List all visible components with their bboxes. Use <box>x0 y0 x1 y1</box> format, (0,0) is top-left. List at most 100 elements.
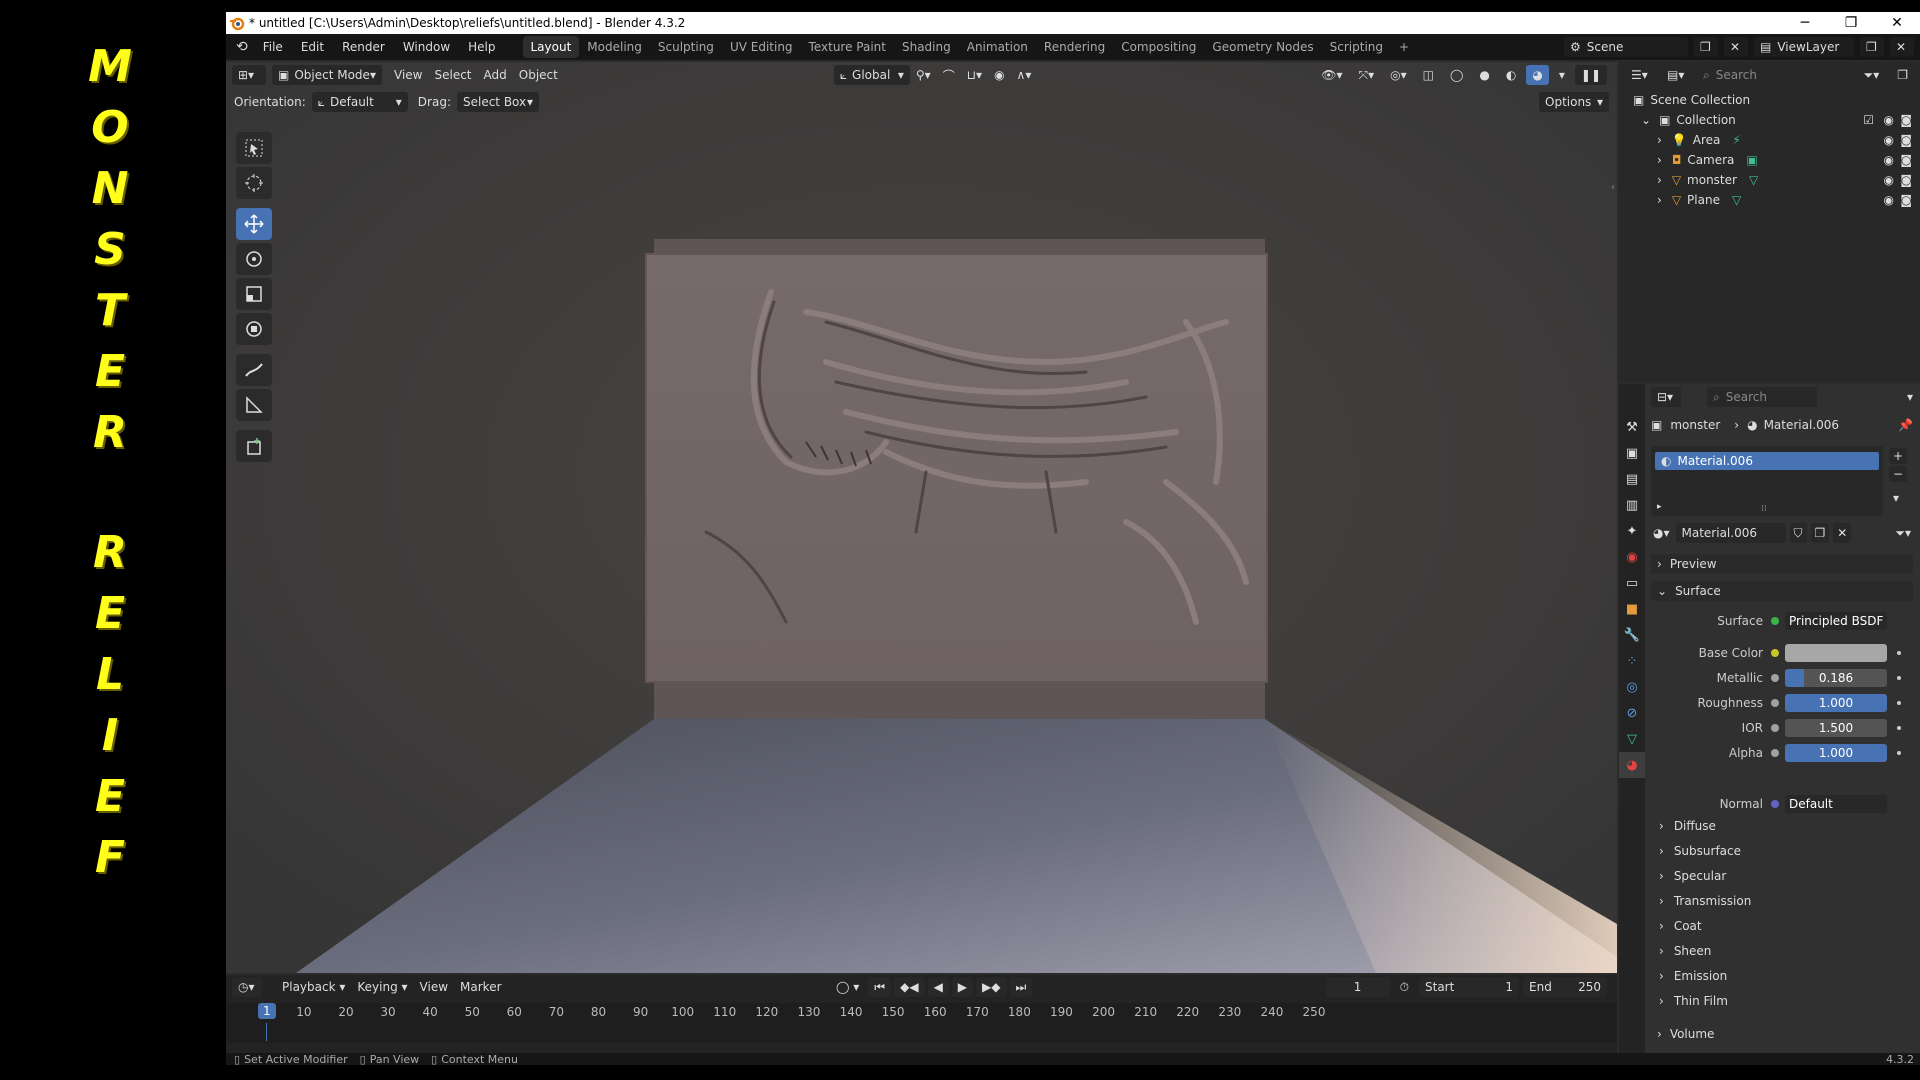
measure-tool[interactable] <box>236 389 272 421</box>
keyframe-dot-icon[interactable] <box>1897 651 1901 655</box>
jump-end-button[interactable]: ⏭ <box>1009 977 1033 997</box>
annotate-tool[interactable] <box>236 354 272 386</box>
timeline-view-menu[interactable]: View <box>414 977 454 997</box>
tab-output[interactable]: ▤ <box>1619 466 1645 492</box>
viewport-menu-object[interactable]: Object <box>513 65 564 85</box>
fake-user-button[interactable]: ⛉ <box>1789 523 1807 543</box>
material-shading-button[interactable]: ◐ <box>1500 65 1522 85</box>
eye-icon[interactable]: ◉ <box>1884 153 1894 167</box>
camera-render-icon[interactable]: ◙ <box>1900 193 1912 207</box>
remove-slot-button[interactable]: − <box>1889 466 1907 482</box>
preview-panel-header[interactable]: › Preview <box>1651 554 1913 574</box>
eye-icon[interactable]: ◉ <box>1884 193 1894 207</box>
unlink-material-button[interactable]: ✕ <box>1833 523 1852 543</box>
tab-constraints[interactable]: ⊘ <box>1619 700 1645 726</box>
input-socket-icon[interactable] <box>1771 699 1779 707</box>
property-value-field[interactable]: 0.186 <box>1785 669 1887 687</box>
volume-panel-header[interactable]: › Volume <box>1651 1024 1913 1044</box>
subpanel-header[interactable]: › Sheen <box>1659 944 1711 958</box>
xray-toggle[interactable]: ◫ <box>1417 65 1440 85</box>
delete-scene-button[interactable]: ✕ <box>1724 37 1748 57</box>
sidebar-toggle-icon[interactable]: ‹ <box>1611 182 1615 193</box>
new-scene-button[interactable]: ❐ <box>1694 37 1718 57</box>
camera-render-icon[interactable]: ◙ <box>1900 153 1912 167</box>
chevron-right-icon[interactable]: › <box>1657 153 1662 167</box>
subpanel-header[interactable]: › Subsurface <box>1659 844 1741 858</box>
tab-tool[interactable]: ⚒ <box>1619 414 1645 440</box>
tab-geometry-nodes[interactable]: Geometry Nodes <box>1204 36 1321 58</box>
start-frame-field[interactable]: Start 1 <box>1419 977 1519 997</box>
select-box-tool[interactable] <box>236 132 272 164</box>
stopwatch-icon[interactable]: ⏱ <box>1394 977 1415 997</box>
keyframe-dot-icon[interactable] <box>1897 701 1901 705</box>
collection-checkbox[interactable]: ☑ <box>1863 113 1874 127</box>
orientation-selector[interactable]: ⟀ Default ▾ <box>311 92 408 112</box>
keyframe-dot-icon[interactable] <box>1897 676 1901 680</box>
eye-icon[interactable]: ◉ <box>1884 133 1894 147</box>
move-tool[interactable] <box>236 208 272 240</box>
menu-render[interactable]: Render <box>333 40 394 54</box>
gizmo-toggle[interactable]: ⤧▾ <box>1353 65 1381 85</box>
menu-edit[interactable]: Edit <box>292 40 333 54</box>
link-mode-button[interactable]: ⏷▾ <box>1893 523 1913 543</box>
tab-sculpting[interactable]: Sculpting <box>650 36 722 58</box>
tab-compositing[interactable]: Compositing <box>1113 36 1204 58</box>
properties-editor-type-button[interactable]: ⊟▾ <box>1651 387 1681 407</box>
surface-shader-selector[interactable]: Principled BSDF <box>1785 612 1887 630</box>
viewlayer-selector[interactable]: ▤ ViewLayer <box>1754 37 1854 57</box>
end-frame-field[interactable]: End 250 <box>1523 977 1607 997</box>
chevron-right-icon[interactable]: › <box>1657 133 1662 147</box>
snap-target-button[interactable]: ⊔▾ <box>961 65 988 85</box>
add-workspace-button[interactable]: + <box>1391 36 1417 58</box>
blender-menu-icon[interactable]: ⟲ <box>226 39 254 55</box>
input-socket-icon[interactable] <box>1771 749 1779 757</box>
material-slot-item[interactable]: ◐ Material.006 <box>1655 452 1879 470</box>
auto-keying-toggle[interactable]: ◯ ▾ <box>830 977 865 997</box>
tab-object[interactable]: ■ <box>1619 596 1645 622</box>
tab-view-layer[interactable]: ▥ <box>1619 492 1645 518</box>
tab-scripting[interactable]: Scripting <box>1322 36 1391 58</box>
input-socket-icon[interactable] <box>1771 674 1779 682</box>
input-socket-icon[interactable] <box>1771 724 1779 732</box>
drag-selector[interactable]: Select Box ▾ <box>456 92 539 112</box>
timeline-ruler[interactable]: 1 10 20 30 40 50 60 70 80 90 100 110 120 130 140 150 160… <box>226 1003 1617 1043</box>
options-dropdown[interactable]: Options ▾ <box>1539 92 1609 112</box>
eye-icon[interactable]: ◉ <box>1884 113 1894 127</box>
subpanel-header[interactable]: › Coat <box>1659 919 1702 933</box>
falloff-button[interactable]: ∧▾ <box>1011 65 1038 85</box>
minimize-button[interactable]: ─ <box>1782 15 1828 31</box>
outliner-search-input[interactable]: ⌕ Search <box>1697 65 1817 85</box>
tab-scene[interactable]: ✦ <box>1619 518 1645 544</box>
visibility-button[interactable]: 👁▾ <box>1315 65 1348 85</box>
3d-viewport[interactable]: ⊞▾ ▣ Object Mode ▾ View Select Add Objec… <box>226 62 1617 973</box>
keying-menu[interactable]: Keying ▾ <box>351 977 413 997</box>
pin-icon[interactable]: 📌 <box>1898 418 1913 432</box>
transform-tool[interactable] <box>236 313 272 345</box>
browse-material-button[interactable]: ◕▾ <box>1651 523 1672 543</box>
viewport-menu-add[interactable]: Add <box>478 65 513 85</box>
proportional-edit-toggle[interactable]: ◉ <box>988 65 1010 85</box>
subpanel-header[interactable]: › Emission <box>1659 969 1727 983</box>
jump-start-button[interactable]: ⏮ <box>868 977 892 997</box>
camera-render-icon[interactable]: ◙ <box>1900 113 1912 127</box>
viewport-menu-select[interactable]: Select <box>428 65 477 85</box>
cursor-tool[interactable] <box>236 167 272 199</box>
editor-type-button[interactable]: ⊞▾ <box>232 65 266 85</box>
add-slot-button[interactable]: + <box>1889 448 1907 464</box>
tab-modeling[interactable]: Modeling <box>579 36 650 58</box>
tab-material[interactable]: ◕ <box>1619 752 1645 778</box>
tab-animation[interactable]: Animation <box>959 36 1036 58</box>
tab-physics[interactable]: ◎ <box>1619 674 1645 700</box>
outliner-row-area[interactable]: › 💡 Area ⚡ ◉ ◙ <box>1619 130 1920 150</box>
add-cube-tool[interactable] <box>236 430 272 462</box>
maximize-button[interactable]: ❐ <box>1828 15 1874 31</box>
normal-input[interactable]: Default <box>1785 795 1887 813</box>
property-value-field[interactable]: 1.000 <box>1785 744 1887 762</box>
subpanel-header[interactable]: › Thin Film <box>1659 994 1728 1008</box>
outliner-row-scene-collection[interactable]: ▣ Scene Collection <box>1619 90 1920 110</box>
chevron-down-icon[interactable]: ⌄ <box>1641 113 1651 127</box>
tab-modifiers[interactable]: 🔧 <box>1619 622 1645 648</box>
menu-window[interactable]: Window <box>394 40 459 54</box>
input-socket-icon[interactable] <box>1771 649 1779 657</box>
chevron-right-icon[interactable]: › <box>1657 173 1662 187</box>
